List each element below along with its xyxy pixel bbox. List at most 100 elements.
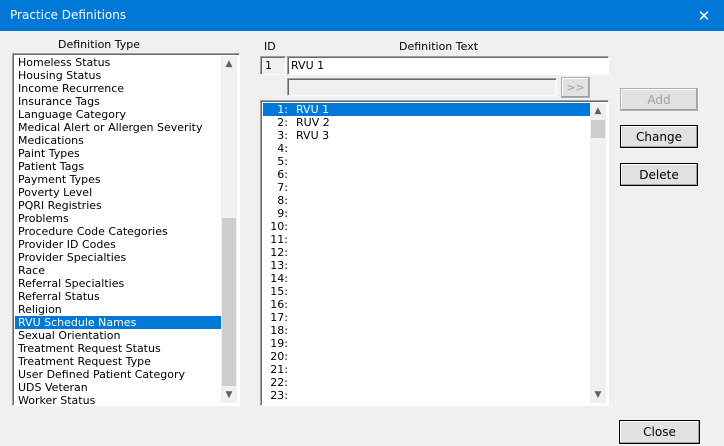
list-item[interactable]: 13: xyxy=(263,259,590,272)
close-icon[interactable]: ✕ xyxy=(684,0,724,31)
row-text: RUV 2 xyxy=(296,116,330,129)
list-item[interactable]: Paint Types xyxy=(15,147,221,160)
list-item[interactable]: Problems xyxy=(15,212,221,225)
list-item[interactable]: Referral Status xyxy=(15,290,221,303)
list-item[interactable]: 9: xyxy=(263,207,590,220)
add-button[interactable]: Add xyxy=(620,88,698,111)
chevron-down-icon[interactable]: ▼ xyxy=(590,387,606,403)
definition-text-list[interactable]: 1: RVU 1 2: RUV 2 3: RVU 3 4: 5: 6: 7: 8: 9: 10: 11: 1… xyxy=(260,100,609,406)
list-item[interactable]: Payment Types xyxy=(15,173,221,186)
row-number: 20: xyxy=(270,350,288,363)
list-item[interactable]: 15: xyxy=(263,285,590,298)
row-number: 14: xyxy=(270,272,288,285)
list-item[interactable]: User Defined Patient Category xyxy=(15,368,221,381)
list-item[interactable]: 12: xyxy=(263,246,590,259)
definition-text-scrollbar[interactable]: ▲ ▼ xyxy=(590,103,606,403)
list-item[interactable]: 3: RVU 3 xyxy=(263,129,590,142)
row-number: 12: xyxy=(270,246,288,259)
row-number: 3: xyxy=(277,129,288,142)
delete-button[interactable]: Delete xyxy=(620,163,698,186)
row-number: 21: xyxy=(270,363,288,376)
list-item[interactable]: Homeless Status xyxy=(15,56,221,69)
row-number: 18: xyxy=(270,324,288,337)
list-item[interactable]: 6: xyxy=(263,168,590,181)
definition-type-label: Definition Type xyxy=(58,38,141,51)
row-number: 9: xyxy=(277,207,288,220)
row-text: RVU 1 xyxy=(296,103,330,116)
row-number: 13: xyxy=(270,259,288,272)
definition-text-value: RVU 1 xyxy=(291,59,325,72)
row-number: 22: xyxy=(270,376,288,389)
close-button[interactable]: Close xyxy=(619,420,700,444)
row-number: 16: xyxy=(270,298,288,311)
list-item[interactable]: 7: xyxy=(263,181,590,194)
list-item[interactable]: 1: RVU 1 xyxy=(263,103,590,116)
list-item[interactable]: 16: xyxy=(263,298,590,311)
list-item[interactable]: Treatment Request Status xyxy=(15,342,221,355)
chevron-up-icon[interactable]: ▲ xyxy=(221,56,237,72)
list-item[interactable]: 23: xyxy=(263,389,590,402)
row-number: 1: xyxy=(277,103,288,116)
list-item[interactable]: Medications xyxy=(15,134,221,147)
row-number: 19: xyxy=(270,337,288,350)
list-item[interactable]: 14: xyxy=(263,272,590,285)
definition-text-input[interactable]: RVU 1 xyxy=(287,56,609,75)
list-item[interactable]: 10: xyxy=(263,220,590,233)
list-item[interactable]: 5: xyxy=(263,155,590,168)
row-number: 15: xyxy=(270,285,288,298)
list-item[interactable]: Treatment Request Type xyxy=(15,355,221,368)
list-item[interactable]: Language Category xyxy=(15,108,221,121)
chevron-down-icon[interactable]: ▼ xyxy=(221,387,237,403)
list-item[interactable]: Income Recurrence xyxy=(15,82,221,95)
scroll-thumb[interactable] xyxy=(591,120,605,138)
row-number: 23: xyxy=(270,389,288,402)
list-item[interactable]: Race xyxy=(15,264,221,277)
list-item[interactable]: 11: xyxy=(263,233,590,246)
title-bar: Practice Definitions ✕ xyxy=(0,0,724,31)
list-item[interactable]: RVU Schedule Names xyxy=(15,316,221,329)
row-number: 8: xyxy=(277,194,288,207)
list-item[interactable]: Sexual Orientation xyxy=(15,329,221,342)
definition-type-scrollbar[interactable]: ▲ ▼ xyxy=(221,56,237,403)
list-item[interactable]: 2: RUV 2 xyxy=(263,116,590,129)
list-item[interactable]: Provider Specialties xyxy=(15,251,221,264)
row-number: 2: xyxy=(277,116,288,129)
scroll-thumb[interactable] xyxy=(222,218,236,386)
list-item[interactable]: Medical Alert or Allergen Severity xyxy=(15,121,221,134)
list-item[interactable]: Procedure Code Categories xyxy=(15,225,221,238)
list-item[interactable]: 20: xyxy=(263,350,590,363)
list-item[interactable]: 19: xyxy=(263,337,590,350)
list-item[interactable]: PQRI Registries xyxy=(15,199,221,212)
list-item[interactable]: 8: xyxy=(263,194,590,207)
change-button[interactable]: Change xyxy=(620,125,698,148)
definition-text-label: Definition Text xyxy=(399,40,479,53)
list-item[interactable]: 17: xyxy=(263,311,590,324)
id-label: ID xyxy=(264,40,276,53)
list-item[interactable]: Patient Tags xyxy=(15,160,221,173)
row-number: 11: xyxy=(270,233,288,246)
list-item[interactable]: Poverty Level xyxy=(15,186,221,199)
list-item[interactable]: 4: xyxy=(263,142,590,155)
list-item[interactable]: 18: xyxy=(263,324,590,337)
list-item[interactable]: Religion xyxy=(15,303,221,316)
id-value: 1 xyxy=(265,59,272,72)
chevron-up-icon[interactable]: ▲ xyxy=(590,103,606,119)
list-item[interactable]: Provider ID Codes xyxy=(15,238,221,251)
list-item[interactable]: UDS Veteran xyxy=(15,381,221,394)
row-number: 5: xyxy=(277,155,288,168)
row-number: 7: xyxy=(277,181,288,194)
list-item[interactable]: 21: xyxy=(263,363,590,376)
window-title: Practice Definitions xyxy=(10,8,127,22)
list-item[interactable]: 22: xyxy=(263,376,590,389)
row-text: RVU 3 xyxy=(296,129,330,142)
list-item[interactable]: Insurance Tags xyxy=(15,95,221,108)
list-item[interactable]: Referral Specialties xyxy=(15,277,221,290)
row-number: 6: xyxy=(277,168,288,181)
list-item[interactable]: Worker Status xyxy=(15,394,221,405)
row-number: 17: xyxy=(270,311,288,324)
secondary-field xyxy=(287,78,557,96)
row-number: 4: xyxy=(277,142,288,155)
move-button[interactable]: >> xyxy=(561,77,590,98)
list-item[interactable]: Housing Status xyxy=(15,69,221,82)
definition-type-list[interactable]: Homeless Status Housing Status Income Recu… xyxy=(12,53,240,406)
